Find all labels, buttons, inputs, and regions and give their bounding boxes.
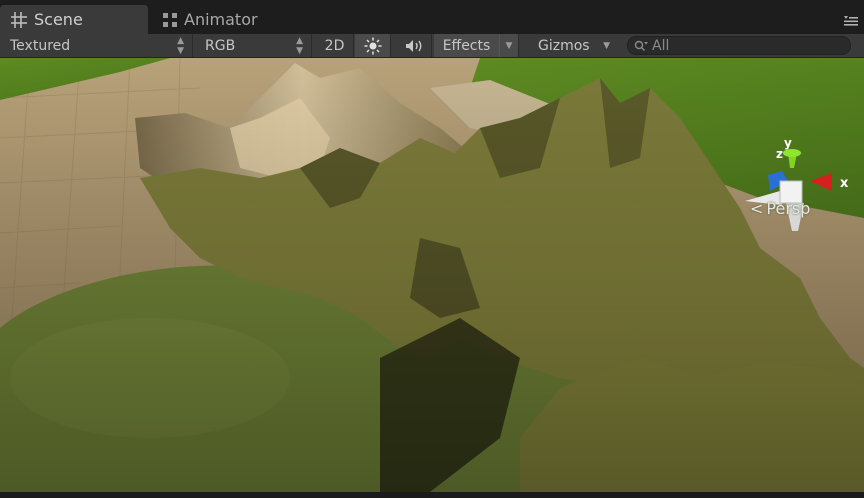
scene-lighting-button[interactable] <box>355 34 391 57</box>
search-icon <box>634 40 648 51</box>
tab-animator[interactable]: Animator <box>152 5 312 34</box>
gizmos-dropdown[interactable]: Gizmos ▼ <box>528 34 618 57</box>
projection-label: Persp <box>766 199 811 218</box>
scene-audio-button[interactable] <box>396 34 432 57</box>
panel-menu-icon[interactable] <box>844 16 858 26</box>
sun-icon <box>364 37 381 54</box>
search-input[interactable] <box>652 37 842 54</box>
chevron-down-icon: ▼ <box>505 40 513 51</box>
tab-bar: Scene Animator <box>0 0 864 34</box>
tab-scene[interactable]: Scene <box>0 5 148 34</box>
scene-toolbar: Textured ▲ ▼ RGB ▲ ▼ 2D Effects ▼ Gizmos… <box>0 34 864 58</box>
orientation-gizmo[interactable]: y z x <box>740 133 860 243</box>
scene-viewport[interactable]: y z x < Persp <box>0 58 864 492</box>
draw-mode-dropdown[interactable]: Textured ▲ ▼ <box>0 34 193 57</box>
toggle-2d-button[interactable]: 2D <box>316 34 354 57</box>
stepper-arrows-icon: ▲ ▼ <box>177 35 184 56</box>
chevron-down-icon: ▼ <box>603 40 610 51</box>
effects-dropdown-button[interactable]: ▼ <box>500 34 519 57</box>
render-mode-value: RGB <box>205 37 236 54</box>
effects-button[interactable]: Effects <box>434 34 500 57</box>
speaker-icon <box>405 39 421 52</box>
gizmo-label-z: z <box>776 147 783 161</box>
x-axis-cone[interactable] <box>810 173 832 191</box>
tab-scene-label: Scene <box>34 10 83 29</box>
gizmo-label-y: y <box>784 136 792 150</box>
animator-icon <box>163 12 177 27</box>
draw-mode-value: Textured <box>10 37 71 54</box>
stepper-arrows-icon: ▲ ▼ <box>296 35 303 56</box>
gizmo-label-x: x <box>840 176 849 191</box>
effects-label: Effects <box>442 37 491 54</box>
terrain-render <box>0 58 864 492</box>
tab-animator-label: Animator <box>184 10 258 29</box>
render-mode-dropdown[interactable]: RGB ▲ ▼ <box>195 34 312 57</box>
projection-toggle[interactable]: < Persp <box>750 199 810 218</box>
scene-search[interactable] <box>627 36 851 55</box>
toggle-2d-label: 2D <box>324 37 345 54</box>
viewport-bottom-edge <box>0 492 864 498</box>
scene-grid-icon <box>11 11 27 28</box>
persp-chevron-icon: < <box>750 199 764 218</box>
gizmos-label: Gizmos <box>538 37 590 54</box>
